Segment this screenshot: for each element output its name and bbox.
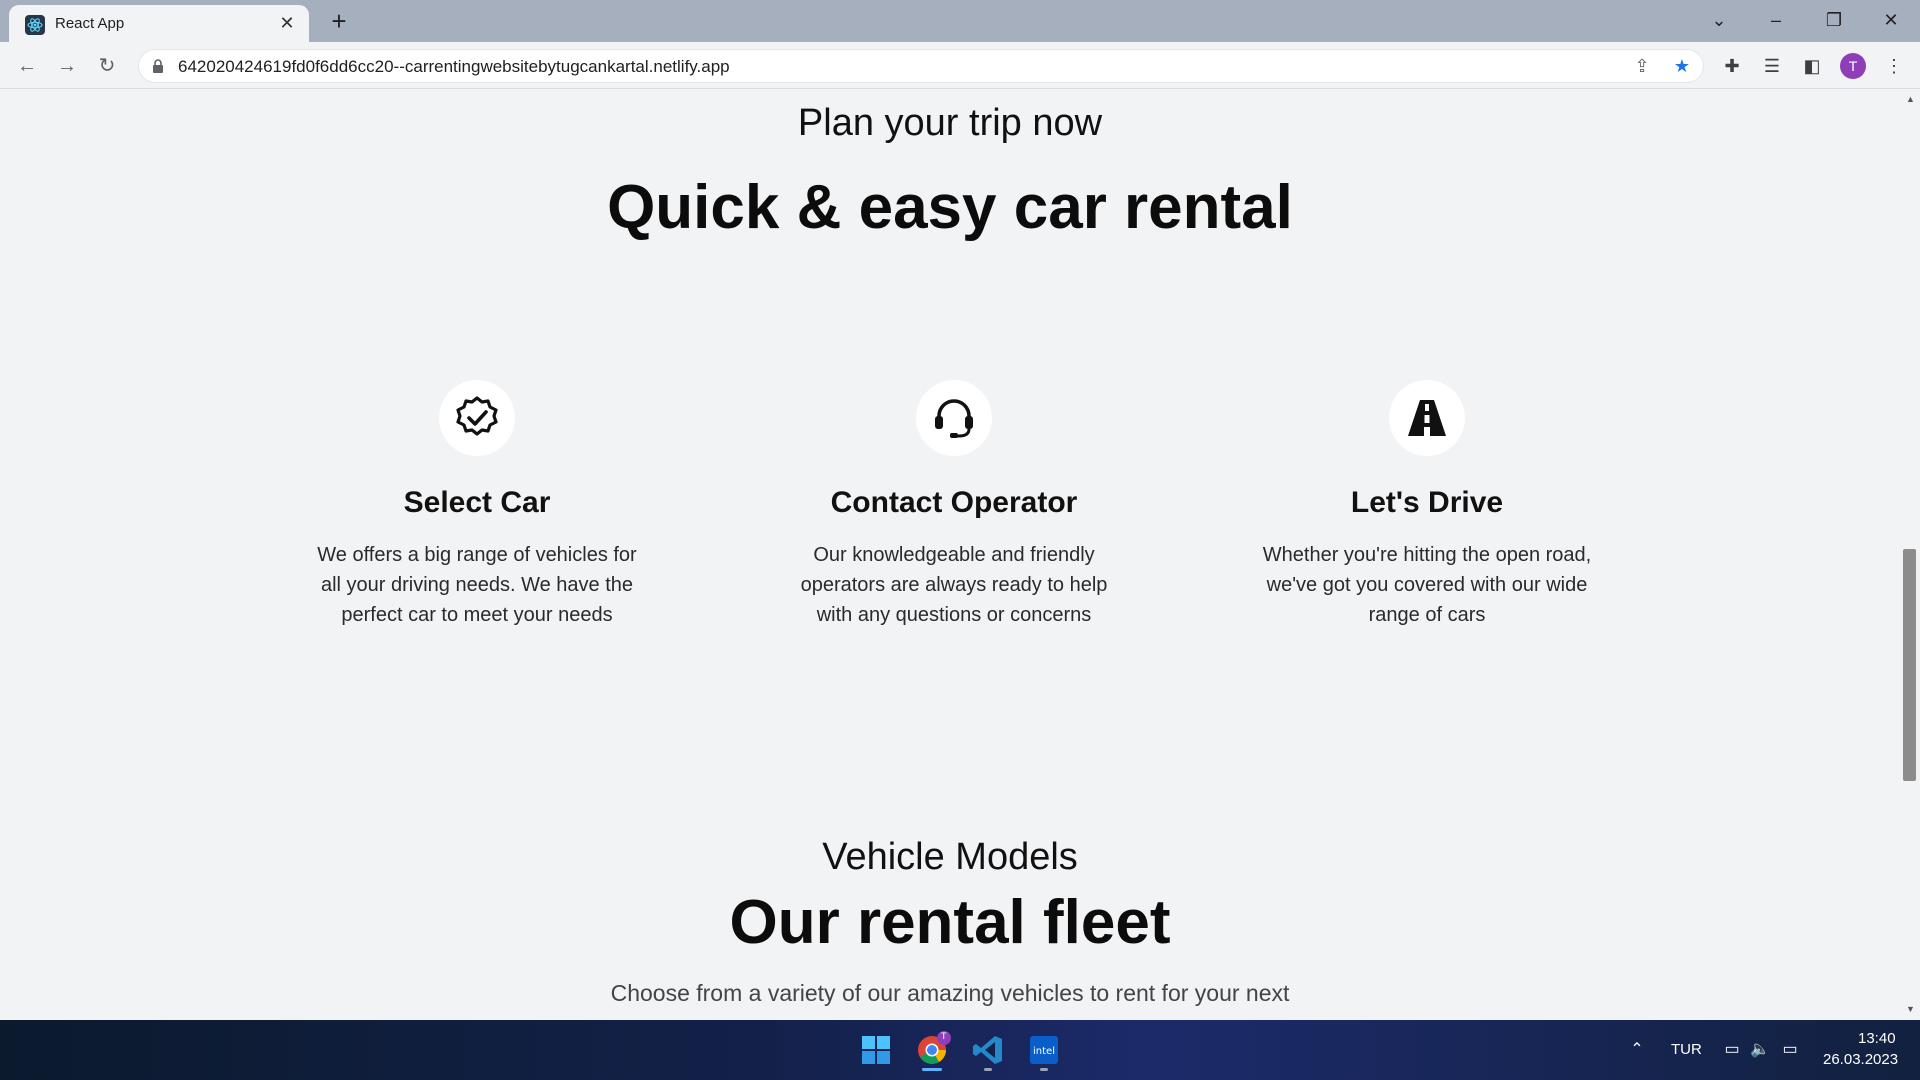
road-icon (1389, 380, 1465, 456)
tab-close-icon[interactable]: ✕ (277, 13, 297, 33)
share-icon[interactable]: ⇪ (1630, 55, 1654, 77)
chevron-up-icon[interactable]: ⌃ (1626, 1040, 1648, 1060)
models-text: Choose from a variety of our amazing veh… (610, 980, 1290, 1006)
headset-icon (916, 380, 992, 456)
models-subtitle: Vehicle Models (822, 836, 1078, 878)
models-title: Our rental fleet (729, 888, 1171, 957)
step-title: Let's Drive (1350, 486, 1504, 519)
windows-taskbar: T intel ⌃ TUR ▭ 🔈 ▭ 13:40 26.03.2023 (0, 1020, 1920, 1080)
windows-start-icon[interactable] (856, 1030, 896, 1070)
minimize-button[interactable]: – (1759, 6, 1793, 34)
url-text: 642020424619fd0f6dd6cc20--carrentingwebs… (178, 57, 730, 76)
profile-avatar[interactable]: T (1840, 53, 1866, 79)
scroll-up-arrow-icon[interactable]: ▲ (1906, 94, 1915, 104)
step-title: Contact Operator (830, 486, 1078, 519)
active-app-indicator (922, 1068, 942, 1071)
browser-titlebar: React App ✕ + ⌄ – ❐ ✕ (0, 0, 1920, 42)
svg-text:intel: intel (1033, 1046, 1055, 1057)
forward-button[interactable]: → (52, 51, 82, 81)
plan-subtitle: Plan your trip now (797, 102, 1103, 144)
tab-title: React App (55, 15, 125, 32)
battery-icon[interactable]: ▭ (1779, 1040, 1801, 1060)
running-app-indicator (984, 1068, 992, 1071)
network-icon[interactable]: ▭ (1721, 1040, 1743, 1060)
intel-icon[interactable]: intel (1024, 1030, 1064, 1071)
bookmark-star-icon[interactable]: ★ (1670, 55, 1694, 77)
back-button[interactable]: ← (12, 51, 42, 81)
browser-tab[interactable]: React App ✕ (9, 5, 309, 42)
scrollbar-thumb[interactable] (1903, 549, 1916, 781)
step-text: Whether you're hitting the open road, we… (1262, 544, 1592, 626)
restore-button[interactable]: ❐ (1817, 6, 1851, 34)
tab-search-icon[interactable]: ⌄ (1702, 6, 1736, 34)
browser-toolbar: ← → ↻ 642020424619fd0f6dd6cc20--carrenti… (0, 42, 1920, 89)
reload-button[interactable]: ↻ (92, 51, 122, 81)
page-content: Plan your trip now Quick & easy car rent… (0, 90, 1900, 1020)
step-contact-operator: Contact Operator Our knowledgeable and f… (744, 380, 1164, 630)
address-bar[interactable]: 642020424619fd0f6dd6cc20--carrentingwebs… (138, 49, 1704, 83)
react-favicon-icon (25, 15, 45, 35)
language-indicator[interactable]: TUR (1671, 1041, 1702, 1058)
verified-badge-icon (439, 380, 515, 456)
plan-title: Quick & easy car rental (607, 173, 1293, 242)
chrome-profile-badge: T (941, 1031, 947, 1041)
extensions-icon[interactable]: ✚ (1720, 54, 1744, 78)
step-title: Select Car (403, 486, 551, 519)
close-window-button[interactable]: ✕ (1874, 6, 1908, 34)
step-text: We offers a big range of vehicles for al… (317, 544, 637, 626)
chrome-icon[interactable]: T (912, 1030, 952, 1071)
side-panel-icon[interactable]: ◧ (1800, 54, 1824, 78)
media-controls-icon[interactable]: ☰ (1760, 54, 1784, 78)
lock-icon (153, 59, 163, 73)
step-lets-drive: Let's Drive Whether you're hitting the o… (1217, 380, 1637, 630)
vscode-icon[interactable] (968, 1030, 1008, 1071)
clock-date[interactable]: 26.03.2023 (1823, 1051, 1898, 1068)
step-text: Our knowledgeable and friendly operators… (800, 544, 1108, 626)
running-app-indicator (1040, 1068, 1048, 1071)
menu-kebab-icon[interactable]: ⋮ (1882, 54, 1906, 78)
step-select-car: Select Car We offers a big range of vehi… (267, 380, 687, 630)
clock-time[interactable]: 13:40 (1858, 1030, 1896, 1047)
volume-icon[interactable]: 🔈 (1749, 1040, 1771, 1060)
new-tab-button[interactable]: + (325, 7, 353, 35)
scroll-down-arrow-icon[interactable]: ▼ (1906, 1004, 1915, 1014)
